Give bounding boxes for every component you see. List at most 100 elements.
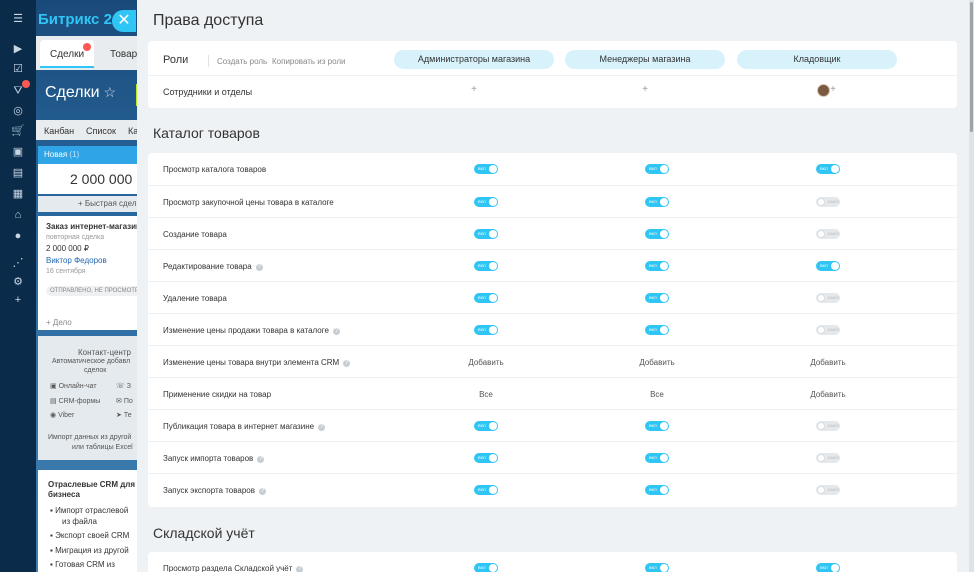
permission-toggle[interactable]: ВКЛ <box>645 325 669 335</box>
permission-toggle[interactable]: ВЫКЛ <box>816 197 840 207</box>
permission-toggle[interactable]: ВЫКЛ <box>816 485 840 495</box>
menu-icon[interactable]: ☰ <box>11 12 25 26</box>
cc-phone[interactable]: ☏ З <box>116 382 131 390</box>
permission-toggle[interactable]: ВКЛ <box>474 229 498 239</box>
add-member-admins-icon[interactable]: + <box>469 85 479 95</box>
cc-online-chat[interactable]: ▣ Онлайн-чат <box>50 382 97 390</box>
tab-badge <box>83 43 91 51</box>
ind-item-3[interactable]: ▪ Миграция из другой <box>50 546 129 555</box>
ind-item-2[interactable]: ▪ Экспорт своей CRM <box>50 531 129 540</box>
permission-toggle[interactable]: ВКЛ <box>645 453 669 463</box>
permission-toggle[interactable]: ВКЛ <box>474 293 498 303</box>
toggle-knob <box>831 165 839 173</box>
shop-icon[interactable]: 🛒 <box>11 124 25 138</box>
help-icon[interactable]: ? <box>259 488 266 495</box>
permission-toggle[interactable]: ВЫКЛ <box>816 421 840 431</box>
toggle-text: ВКЛ <box>478 295 486 300</box>
permission-add-button[interactable]: Добавить <box>627 358 687 367</box>
view-kanban[interactable]: Канбан <box>44 126 74 136</box>
toggle-knob <box>817 422 825 430</box>
cc-import1[interactable]: Импорт данных из другой <box>48 434 131 441</box>
sites-icon[interactable]: ▣ <box>11 145 25 159</box>
add-icon[interactable]: + <box>11 293 25 307</box>
permission-toggle[interactable]: ВКЛ <box>645 421 669 431</box>
feed-icon[interactable]: ▶ <box>11 42 25 56</box>
check-icon[interactable]: ● <box>11 229 25 243</box>
toggle-text: ВЫКЛ <box>828 455 840 460</box>
star-icon[interactable]: ☆ <box>104 84 117 100</box>
permission-toggle[interactable]: ВЫКЛ <box>816 293 840 303</box>
cc-telegram[interactable]: ➤ Те <box>116 411 132 419</box>
help-icon[interactable]: ? <box>318 424 326 431</box>
network-icon[interactable]: ⋰ <box>11 256 25 270</box>
ind-item-4[interactable]: ▪ Готовая CRM из <box>50 560 115 569</box>
permission-toggle[interactable]: ВКЛ <box>474 164 498 174</box>
tasks-icon[interactable]: ☑ <box>11 62 25 76</box>
permission-toggle[interactable]: ВКЛ <box>816 261 840 271</box>
permission-toggle[interactable]: ВКЛ <box>474 325 498 335</box>
toggle-knob <box>817 454 825 462</box>
copy-role-link[interactable]: Копировать из роли <box>272 57 346 66</box>
company-icon[interactable]: ⌂ <box>11 208 25 222</box>
permission-toggle[interactable]: ВКЛ <box>474 563 498 572</box>
permission-toggle[interactable]: ВКЛ <box>474 485 498 495</box>
permission-toggle[interactable]: ВКЛ <box>645 229 669 239</box>
tab-deals[interactable]: Сделки <box>40 40 94 68</box>
help-icon[interactable]: ? <box>296 566 304 572</box>
close-panel-button[interactable]: ✕ <box>112 10 136 32</box>
permission-toggle[interactable]: ВКЛ <box>816 563 840 572</box>
role-managers[interactable]: Менеджеры магазина <box>565 50 725 69</box>
permission-toggle[interactable]: ВЫКЛ <box>816 453 840 463</box>
settings-icon[interactable]: ⚙ <box>11 275 25 289</box>
permission-toggle[interactable]: ВКЛ <box>645 563 669 572</box>
cc-crm-forms[interactable]: ▤ CRM-формы <box>50 397 100 405</box>
rights-label-text: Изменение цены продажи товара в каталоге <box>163 326 329 335</box>
permission-toggle[interactable]: ВКЛ <box>645 164 669 174</box>
add-member-managers-icon[interactable]: + <box>640 85 650 95</box>
scrollbar-thumb[interactable] <box>970 2 973 132</box>
deal-card[interactable]: Заказ интернет-магазина повторная сделка… <box>38 216 146 330</box>
permission-toggle[interactable]: ВКЛ <box>645 485 669 495</box>
quick-deal-button[interactable]: + Быстрая сделка <box>38 196 145 212</box>
add-member-storekeeper-icon[interactable]: + <box>828 85 838 95</box>
help-icon[interactable]: ? <box>332 328 340 335</box>
add-activity[interactable]: + Дело <box>46 318 72 327</box>
permission-all-selector[interactable]: Все <box>627 390 687 399</box>
role-storekeeper[interactable]: Кладовщик <box>737 50 897 69</box>
role-admins[interactable]: Администраторы магазина <box>394 50 554 69</box>
cc-mail[interactable]: ✉ По <box>116 397 133 405</box>
permission-toggle[interactable]: ВКЛ <box>816 164 840 174</box>
permission-toggle[interactable]: ВЫКЛ <box>816 325 840 335</box>
permission-toggle[interactable]: ВКЛ <box>645 293 669 303</box>
cc-viber[interactable]: ◉ Viber <box>50 411 74 419</box>
toggle-knob <box>831 564 839 572</box>
toggle-knob <box>660 294 668 302</box>
toggle-knob <box>489 422 497 430</box>
help-icon[interactable]: ? <box>343 360 351 367</box>
permission-add-button[interactable]: Добавить <box>456 358 516 367</box>
create-role-link[interactable]: Создать роль <box>217 57 267 66</box>
ind-item-1[interactable]: ▪ Импорт отраслевой <box>50 506 128 515</box>
permission-toggle[interactable]: ВКЛ <box>474 197 498 207</box>
inventory-icon[interactable]: ▤ <box>11 166 25 180</box>
scrollbar[interactable] <box>969 0 974 572</box>
permission-toggle[interactable]: ВЫКЛ <box>816 229 840 239</box>
marketing-icon[interactable]: ◎ <box>11 104 25 118</box>
help-icon[interactable]: ? <box>255 264 263 271</box>
permission-toggle[interactable]: ВКЛ <box>645 197 669 207</box>
toggle-text: ВКЛ <box>649 423 657 428</box>
permission-toggle[interactable]: ВКЛ <box>474 261 498 271</box>
cc-import2[interactable]: или таблицы Excel <box>72 444 133 451</box>
view-list[interactable]: Список <box>86 126 116 136</box>
permission-add-button[interactable]: Добавить <box>798 358 858 367</box>
tab-products[interactable]: Товар <box>110 49 137 60</box>
permission-toggle[interactable]: ВКЛ <box>645 261 669 271</box>
permission-toggle[interactable]: ВКЛ <box>474 453 498 463</box>
deal-client[interactable]: Виктор Федоров <box>46 256 107 265</box>
permission-add-button[interactable]: Добавить <box>798 390 858 399</box>
permission-all-selector[interactable]: Все <box>456 390 516 399</box>
permission-toggle[interactable]: ВКЛ <box>474 421 498 431</box>
help-icon[interactable]: ? <box>257 456 265 463</box>
apps-icon[interactable]: ▦ <box>11 187 25 201</box>
toggle-knob <box>660 454 668 462</box>
